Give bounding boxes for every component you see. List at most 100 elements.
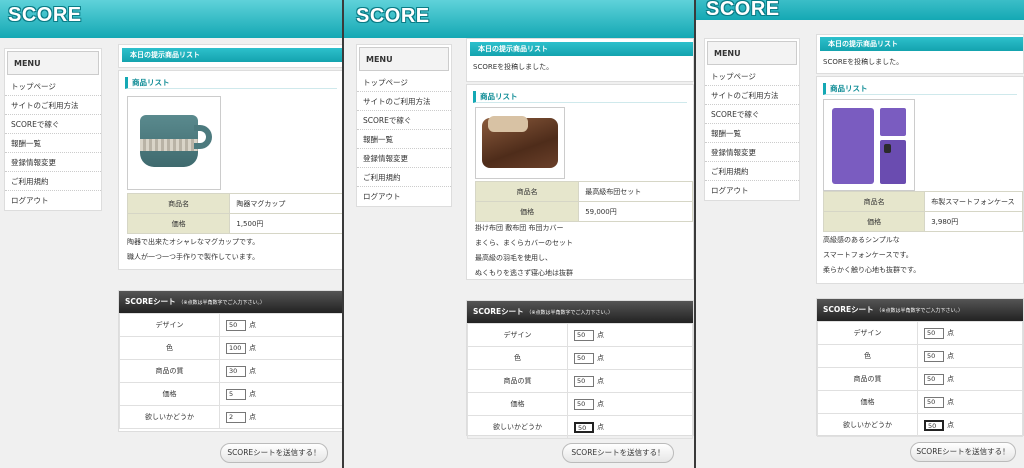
- criterion-color: 色: [119, 336, 220, 360]
- site-header: SCORE: [0, 0, 342, 38]
- design-score-input[interactable]: 50: [924, 327, 944, 339]
- menu-item-earn[interactable]: SCOREで稼ぐ: [357, 111, 451, 130]
- menu-title: MENU: [7, 51, 99, 75]
- price-value: 3,980円: [924, 211, 1023, 232]
- menu-item-top[interactable]: トップページ: [357, 73, 451, 92]
- menu-item-terms[interactable]: ご利用規約: [705, 162, 799, 181]
- product-info-table: 商品名 最高級布団セット 価格 59,000円: [474, 181, 693, 222]
- design-score-input[interactable]: 50: [574, 329, 594, 341]
- criterion-color: 色: [817, 344, 918, 368]
- price-value: 59,000円: [578, 201, 693, 222]
- design-score-input[interactable]: 50: [226, 319, 246, 331]
- product-list-heading: 商品リスト: [125, 77, 337, 89]
- desire-score-input[interactable]: 50: [924, 419, 944, 431]
- menu-item-rewards[interactable]: 報酬一覧: [357, 130, 451, 149]
- criterion-desire: 欲しいかどうか: [467, 415, 568, 439]
- submit-score-button[interactable]: SCOREシートを送信する！: [562, 443, 674, 463]
- criterion-desire: 欲しいかどうか: [817, 413, 918, 437]
- submit-score-button[interactable]: SCOREシートを送信する！: [910, 442, 1016, 462]
- score-sheet-title: SCOREシート （※点数は半角数字でご入力下さい。）: [467, 301, 693, 323]
- section-title-card: 本日の提示商品リスト SCOREを投稿しました。: [816, 34, 1024, 74]
- menu-item-profile[interactable]: 登録情報変更: [5, 153, 101, 172]
- menu-item-terms[interactable]: ご利用規約: [5, 172, 101, 191]
- criterion-design: デザイン: [467, 323, 568, 347]
- menu-item-earn[interactable]: SCOREで稼ぐ: [5, 115, 101, 134]
- section-title-card: 本日の提示商品リスト SCOREを投稿しました。: [466, 38, 694, 82]
- score-table: デザイン 50 点 色 100 点 商品の質 30 点 価格 5 点 欲しいかどうか 2 点: [119, 313, 342, 429]
- product-list-heading: 商品リスト: [823, 83, 1017, 95]
- screenshot-panel-3: SCORE MENU トップページ サイトのご利用方法 SCOREで稼ぐ 報酬一…: [696, 0, 1024, 468]
- criterion-quality: 商品の質: [817, 367, 918, 391]
- phone-case-photo: [823, 99, 915, 191]
- criterion-desire: 欲しいかどうか: [119, 405, 220, 429]
- site-header: SCORE: [344, 0, 694, 38]
- criterion-price: 価格: [817, 390, 918, 414]
- product-description: 掛け布団 敷布団 布団カバー まくら、まくらカバーのセット 最高級の羽毛を使用し…: [475, 224, 573, 277]
- price-score-input[interactable]: 5: [226, 388, 246, 400]
- menu-item-howto[interactable]: サイトのご利用方法: [5, 96, 101, 115]
- criterion-design: デザイン: [119, 313, 220, 337]
- menu-item-howto[interactable]: サイトのご利用方法: [357, 92, 451, 111]
- product-list-heading: 商品リスト: [473, 91, 687, 103]
- menu-item-howto[interactable]: サイトのご利用方法: [705, 86, 799, 105]
- price-score-input[interactable]: 50: [574, 398, 594, 410]
- post-notice: SCOREを投稿しました。: [823, 58, 904, 66]
- submit-score-button[interactable]: SCOREシートを送信する！: [220, 443, 328, 463]
- menu-item-profile[interactable]: 登録情報変更: [705, 143, 799, 162]
- criterion-price: 価格: [119, 382, 220, 406]
- product-name-label: 商品名: [822, 191, 926, 212]
- criterion-quality: 商品の質: [467, 369, 568, 393]
- section-title: 本日の提示商品リスト: [817, 37, 1023, 51]
- desire-score-input[interactable]: 2: [226, 411, 246, 423]
- section-title: 本日の提示商品リスト: [119, 48, 342, 62]
- site-header: SCORE: [696, 0, 1024, 20]
- product-name-label: 商品名: [126, 193, 231, 214]
- site-logo[interactable]: SCORE: [706, 0, 780, 21]
- menu-item-earn[interactable]: SCOREで稼ぐ: [705, 105, 799, 124]
- section-title-card: 本日の提示商品リスト: [118, 44, 342, 68]
- site-logo[interactable]: SCORE: [8, 4, 82, 27]
- criterion-design: デザイン: [817, 321, 918, 345]
- menu-item-logout[interactable]: ログアウト: [705, 181, 799, 200]
- sidebar-menu: MENU トップページ サイトのご利用方法 SCOREで稼ぐ 報酬一覧 登録情報…: [356, 44, 452, 207]
- color-score-input[interactable]: 100: [226, 342, 246, 354]
- menu-item-logout[interactable]: ログアウト: [357, 187, 451, 206]
- product-info-table: 商品名 陶器マグカップ 価格 1,500円: [126, 193, 342, 234]
- menu-item-rewards[interactable]: 報酬一覧: [705, 124, 799, 143]
- score-sheet: SCOREシート （※点数は半角数字でご入力下さい。） デザイン 50 点 色 100…: [118, 290, 342, 432]
- product-description: 陶器で出来たオシャレなマグカップです。 職人が一つ一つ手作りで製作しています。: [127, 238, 260, 261]
- quality-score-input[interactable]: 30: [226, 365, 246, 377]
- price-score-input[interactable]: 50: [924, 396, 944, 408]
- menu-item-profile[interactable]: 登録情報変更: [357, 149, 451, 168]
- menu-item-top[interactable]: トップページ: [705, 67, 799, 86]
- score-sheet-title: SCOREシート （※点数は半角数字でご入力下さい。）: [817, 299, 1023, 321]
- menu-item-top[interactable]: トップページ: [5, 77, 101, 96]
- quality-score-input[interactable]: 50: [574, 375, 594, 387]
- menu-item-logout[interactable]: ログアウト: [5, 191, 101, 210]
- menu-item-terms[interactable]: ご利用規約: [357, 168, 451, 187]
- price-label: 価格: [126, 213, 231, 234]
- color-score-input[interactable]: 50: [574, 352, 594, 364]
- menu-item-rewards[interactable]: 報酬一覧: [5, 134, 101, 153]
- desire-score-input[interactable]: 50: [574, 421, 594, 433]
- price-label: 価格: [822, 211, 926, 232]
- post-notice: SCOREを投稿しました。: [473, 63, 554, 71]
- screenshot-panel-2: SCORE MENU トップページ サイトのご利用方法 SCOREで稼ぐ 報酬一…: [344, 0, 694, 468]
- product-name-label: 商品名: [474, 181, 580, 202]
- site-logo[interactable]: SCORE: [356, 5, 430, 28]
- score-sheet-title: SCOREシート （※点数は半角数字でご入力下さい。）: [119, 291, 342, 313]
- section-title: 本日の提示商品リスト: [467, 42, 693, 56]
- score-table: デザイン 50 点 色 50 点 商品の質 50 点 価格 50 点 欲しいかどうか 50 点: [817, 321, 1023, 437]
- sidebar-menu: MENU トップページ サイトのご利用方法 SCOREで稼ぐ 報酬一覧 登録情報…: [704, 38, 800, 201]
- product-description: 高級感のあるシンプルな スマートフォンケースです。 柔らかく触り心地も抜群です。: [823, 236, 921, 274]
- mug-photo: [127, 96, 221, 190]
- duvet-photo: [475, 107, 565, 179]
- product-card: 商品リスト 商品名 布製スマートフォンケース 価格 3,980円 高級感のあるシンプ…: [816, 76, 1024, 284]
- menu-title: MENU: [359, 47, 449, 71]
- criterion-color: 色: [467, 346, 568, 370]
- quality-score-input[interactable]: 50: [924, 373, 944, 385]
- menu-title: MENU: [707, 41, 797, 65]
- product-name-value: 布製スマートフォンケース: [924, 191, 1023, 212]
- color-score-input[interactable]: 50: [924, 350, 944, 362]
- sidebar-menu: MENU トップページ サイトのご利用方法 SCOREで稼ぐ 報酬一覧 登録情報…: [4, 48, 102, 211]
